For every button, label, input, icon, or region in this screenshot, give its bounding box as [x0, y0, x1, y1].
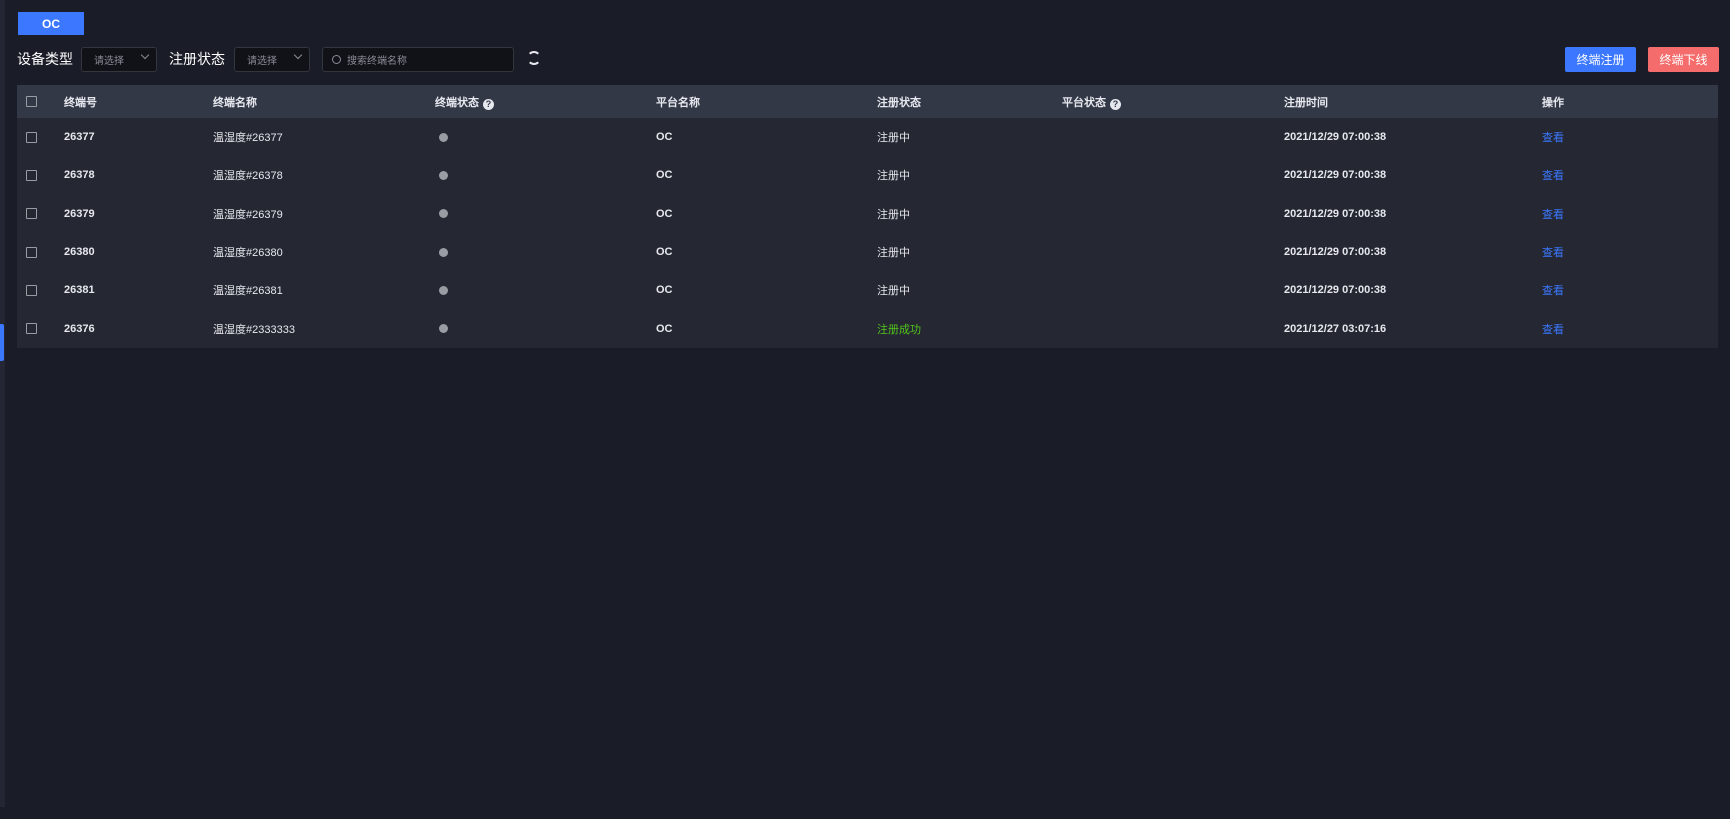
terminal-id: 26381 — [64, 284, 95, 297]
header-terminal-status: 终端状态? — [435, 94, 494, 110]
search-placeholder: 搜索终端名称 — [347, 56, 407, 67]
view-link[interactable]: 查看 — [1542, 129, 1564, 145]
header-actions: 操作 — [1542, 96, 1564, 109]
view-link[interactable]: 查看 — [1542, 244, 1564, 260]
reg-time: 2021/12/27 03:07:16 — [1284, 322, 1387, 335]
row-checkbox[interactable] — [26, 131, 37, 143]
select-all-checkbox[interactable] — [26, 96, 37, 107]
reg-status: 注册中 — [877, 208, 910, 221]
header-reg-time: 注册时间 — [1284, 96, 1328, 109]
device-type-placeholder: 请选择 — [94, 56, 124, 67]
refresh-icon[interactable] — [527, 51, 541, 65]
reg-time: 2021/12/29 07:00:38 — [1284, 169, 1387, 182]
device-type-select[interactable]: 请选择 — [81, 47, 157, 72]
view-link[interactable]: 查看 — [1542, 167, 1564, 183]
table-row: 26378 温湿度#26378 OC 注册中 2021/12/29 07:00:… — [17, 156, 1718, 195]
terminal-id: 26376 — [64, 322, 95, 335]
row-checkbox[interactable] — [26, 284, 37, 296]
platform-name: OC — [656, 131, 673, 144]
table-row: 26376 温湿度#2333333 OC 注册成功 2021/12/27 03:… — [17, 309, 1718, 348]
header-platform-status: 平台状态? — [1062, 94, 1121, 110]
header-platform: 平台名称 — [656, 96, 700, 109]
terminal-status-dot — [439, 324, 448, 334]
help-icon[interactable]: ? — [483, 98, 494, 110]
row-checkbox[interactable] — [26, 323, 37, 335]
reg-status: 注册中 — [877, 285, 910, 298]
table-row: 26381 温湿度#26381 OC 注册中 2021/12/29 07:00:… — [17, 271, 1718, 310]
platform-name: OC — [656, 246, 673, 259]
reg-status: 注册中 — [877, 247, 910, 260]
tab-oc[interactable]: OC — [18, 12, 84, 35]
view-link[interactable]: 查看 — [1542, 282, 1564, 298]
terminal-status-dot — [439, 285, 448, 295]
terminal-status-dot — [439, 247, 448, 257]
terminal-name: 温湿度#26378 — [213, 170, 283, 183]
platform-name: OC — [656, 207, 673, 220]
header-terminal-status-label: 终端状态 — [435, 96, 479, 109]
terminal-name: 温湿度#26380 — [213, 247, 283, 260]
reg-status-placeholder: 请选择 — [247, 56, 277, 67]
terminal-status-dot — [439, 132, 448, 142]
search-input[interactable]: 搜索终端名称 — [322, 47, 514, 72]
offline-terminal-button[interactable]: 终端下线 — [1648, 47, 1719, 72]
reg-status: 注册成功 — [877, 323, 921, 336]
terminal-id: 26380 — [64, 246, 95, 259]
reg-status-select[interactable]: 请选择 — [234, 47, 310, 72]
table-header: 终端号 终端名称 终端状态? 平台名称 注册状态 平台状态? 注册时间 操作 — [17, 85, 1718, 118]
register-terminal-button[interactable]: 终端注册 — [1565, 47, 1636, 72]
terminal-table: 终端号 终端名称 终端状态? 平台名称 注册状态 平台状态? 注册时间 操作 2… — [17, 85, 1718, 348]
reg-status-label: 注册状态 — [169, 51, 225, 67]
terminal-status-dot — [439, 209, 448, 219]
reg-status: 注册中 — [877, 170, 910, 183]
terminal-status-dot — [439, 170, 448, 180]
terminal-name: 温湿度#2333333 — [213, 323, 295, 336]
terminal-id: 26379 — [64, 207, 95, 220]
sidebar-edge — [0, 0, 5, 807]
reg-time: 2021/12/29 07:00:38 — [1284, 246, 1387, 259]
table-row: 26379 温湿度#26379 OC 注册中 2021/12/29 07:00:… — [17, 194, 1718, 233]
help-icon[interactable]: ? — [1110, 98, 1121, 110]
device-type-label: 设备类型 — [17, 51, 73, 67]
header-platform-status-label: 平台状态 — [1062, 96, 1106, 109]
row-checkbox[interactable] — [26, 169, 37, 181]
table-row: 26380 温湿度#26380 OC 注册中 2021/12/29 07:00:… — [17, 232, 1718, 272]
header-id: 终端号 — [64, 96, 97, 109]
terminal-id: 26377 — [64, 131, 95, 144]
row-checkbox[interactable] — [26, 246, 37, 258]
header-name: 终端名称 — [213, 96, 257, 109]
reg-time: 2021/12/29 07:00:38 — [1284, 284, 1387, 297]
chevron-down-icon — [140, 50, 150, 60]
terminal-id: 26378 — [64, 169, 95, 182]
terminal-name: 温湿度#26377 — [213, 132, 283, 145]
terminal-name: 温湿度#26381 — [213, 285, 283, 298]
view-link[interactable]: 查看 — [1542, 321, 1564, 337]
reg-status: 注册中 — [877, 132, 910, 145]
view-link[interactable]: 查看 — [1542, 206, 1564, 222]
chevron-down-icon — [293, 50, 303, 60]
platform-name: OC — [656, 169, 673, 182]
reg-time: 2021/12/29 07:00:38 — [1284, 131, 1387, 144]
platform-name: OC — [656, 284, 673, 297]
sidebar-active-indicator — [0, 324, 4, 361]
header-reg-status: 注册状态 — [877, 96, 921, 109]
platform-name: OC — [656, 322, 673, 335]
terminal-name: 温湿度#26379 — [213, 208, 283, 221]
row-checkbox[interactable] — [26, 208, 37, 220]
table-row: 26377 温湿度#26377 OC 注册中 2021/12/29 07:00:… — [17, 118, 1718, 157]
reg-time: 2021/12/29 07:00:38 — [1284, 207, 1387, 220]
search-icon — [332, 55, 341, 64]
